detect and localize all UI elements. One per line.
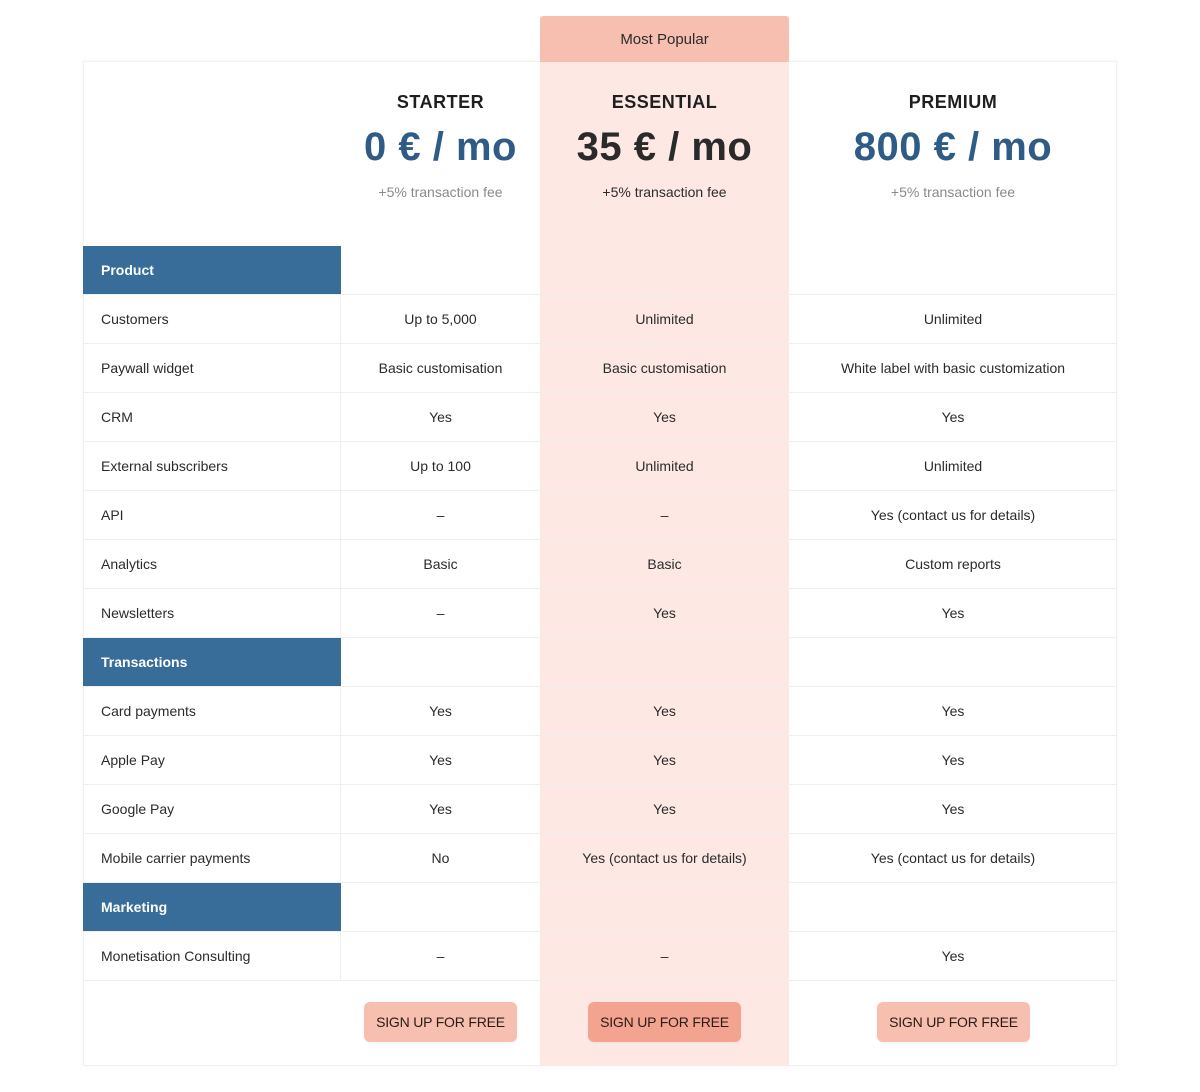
plan-name: PREMIUM <box>908 92 998 112</box>
plan-header-starter: STARTER 0 € / mo +5% transaction fee <box>341 62 540 246</box>
cell-starter: Up to 100 <box>410 458 471 474</box>
plan-header-essential: ESSENTIAL 35 € / mo +5% transaction fee <box>540 62 789 246</box>
cell-starter: Up to 5,000 <box>404 311 477 327</box>
table-row: Card payments Yes Yes Yes <box>83 687 1117 736</box>
cell-essential: – <box>660 948 669 964</box>
table-row: Google Pay Yes Yes Yes <box>83 785 1117 834</box>
cell-essential: Yes <box>653 605 676 621</box>
table-row: Newsletters – Yes Yes <box>83 589 1117 638</box>
cell-starter: – <box>436 948 445 964</box>
table-row: CRM Yes Yes Yes <box>83 393 1117 442</box>
cell-starter: – <box>436 605 445 621</box>
feature-label: External subscribers <box>83 442 341 490</box>
feature-label: Mobile carrier payments <box>83 834 341 882</box>
premium-signup-button[interactable]: SIGN UP FOR FREE <box>877 1002 1030 1042</box>
cell-essential: Basic <box>647 556 682 572</box>
plan-fee: +5% transaction fee <box>602 184 727 200</box>
feature-label: Card payments <box>83 687 341 735</box>
cell-starter: Basic customisation <box>378 360 503 376</box>
table-row: Mobile carrier payments No Yes (contact us… <box>83 834 1117 883</box>
essential-signup-button[interactable]: SIGN UP FOR FREE <box>588 1002 741 1042</box>
cell-essential: Unlimited <box>635 458 694 474</box>
plan-name: STARTER <box>396 92 485 112</box>
table-row: Customers Up to 5,000 Unlimited Unlimited <box>83 295 1117 344</box>
plan-fee: +5% transaction fee <box>890 184 1016 200</box>
plan-price: 35 € / mo <box>576 125 753 169</box>
feature-table: Product Customers Up to 5,000 Unlimited Unli… <box>83 246 1117 981</box>
plan-price: 800 € / mo <box>853 125 1053 169</box>
cta-row: SIGN UP FOR FREE SIGN UP FOR FREE SIGN U… <box>83 980 1117 1066</box>
section-title: Marketing <box>83 883 341 931</box>
most-popular-badge: Most Popular <box>540 16 789 62</box>
most-popular-label: Most Popular <box>620 30 709 48</box>
feature-label: Monetisation Consulting <box>83 932 341 980</box>
feature-label: Paywall widget <box>83 344 341 392</box>
feature-label: CRM <box>83 393 341 441</box>
cell-starter: No <box>431 850 450 866</box>
section-title: Product <box>83 246 341 294</box>
cell-premium: Yes (contact us for details) <box>870 507 1036 523</box>
cell-essential: Yes (contact us for details) <box>582 850 747 866</box>
cell-premium: Custom reports <box>905 556 1001 572</box>
table-row: Paywall widget Basic customisation Basic c… <box>83 344 1117 393</box>
starter-signup-button[interactable]: SIGN UP FOR FREE <box>364 1002 517 1042</box>
cell-premium: Yes <box>941 703 965 719</box>
cell-premium: Yes <box>941 801 965 817</box>
cell-starter: – <box>436 507 445 523</box>
table-row: Monetisation Consulting – – Yes <box>83 932 1117 981</box>
feature-label: Analytics <box>83 540 341 588</box>
section-title: Transactions <box>83 638 341 686</box>
cell-essential: Basic customisation <box>602 360 727 376</box>
plan-fee: +5% transaction fee <box>378 184 503 200</box>
section-header-row: Transactions <box>83 638 1117 687</box>
cell-premium: Yes <box>941 948 965 964</box>
feature-label: Customers <box>83 295 341 343</box>
feature-label: Apple Pay <box>83 736 341 784</box>
cell-premium: Yes <box>941 752 965 768</box>
cell-premium: Yes (contact us for details) <box>870 850 1036 866</box>
cell-starter: Yes <box>429 752 452 768</box>
pricing-table: STARTER 0 € / mo +5% transaction fee ESS… <box>0 0 1200 1092</box>
cell-essential: Yes <box>653 752 676 768</box>
table-row: Analytics Basic Basic Custom reports <box>83 540 1117 589</box>
cell-premium: Unlimited <box>923 311 983 327</box>
feature-label: Newsletters <box>83 589 341 637</box>
cell-premium: Unlimited <box>923 458 983 474</box>
plan-name: ESSENTIAL <box>611 92 718 112</box>
cell-essential: Yes <box>653 409 676 425</box>
feature-label: Google Pay <box>83 785 341 833</box>
cell-starter: Yes <box>429 703 452 719</box>
table-row: API – – Yes (contact us for details) <box>83 491 1117 540</box>
cell-essential: Yes <box>653 703 676 719</box>
table-row: External subscribers Up to 100 Unlimited Un… <box>83 442 1117 491</box>
cell-starter: Basic <box>423 556 458 572</box>
feature-label: API <box>83 491 341 539</box>
plan-header-premium: PREMIUM 800 € / mo +5% transaction fee <box>789 62 1117 246</box>
section-header-row: Marketing <box>83 883 1117 932</box>
cell-premium: White label with basic customization <box>840 360 1066 376</box>
cell-essential: Unlimited <box>635 311 694 327</box>
cell-premium: Yes <box>941 605 965 621</box>
section-header-row: Product <box>83 246 1117 295</box>
cell-essential: Yes <box>653 801 676 817</box>
cell-essential: – <box>660 507 669 523</box>
cell-starter: Yes <box>429 801 452 817</box>
table-row: Apple Pay Yes Yes Yes <box>83 736 1117 785</box>
cell-premium: Yes <box>941 409 965 425</box>
plan-price: 0 € / mo <box>364 125 517 169</box>
cell-starter: Yes <box>429 409 452 425</box>
